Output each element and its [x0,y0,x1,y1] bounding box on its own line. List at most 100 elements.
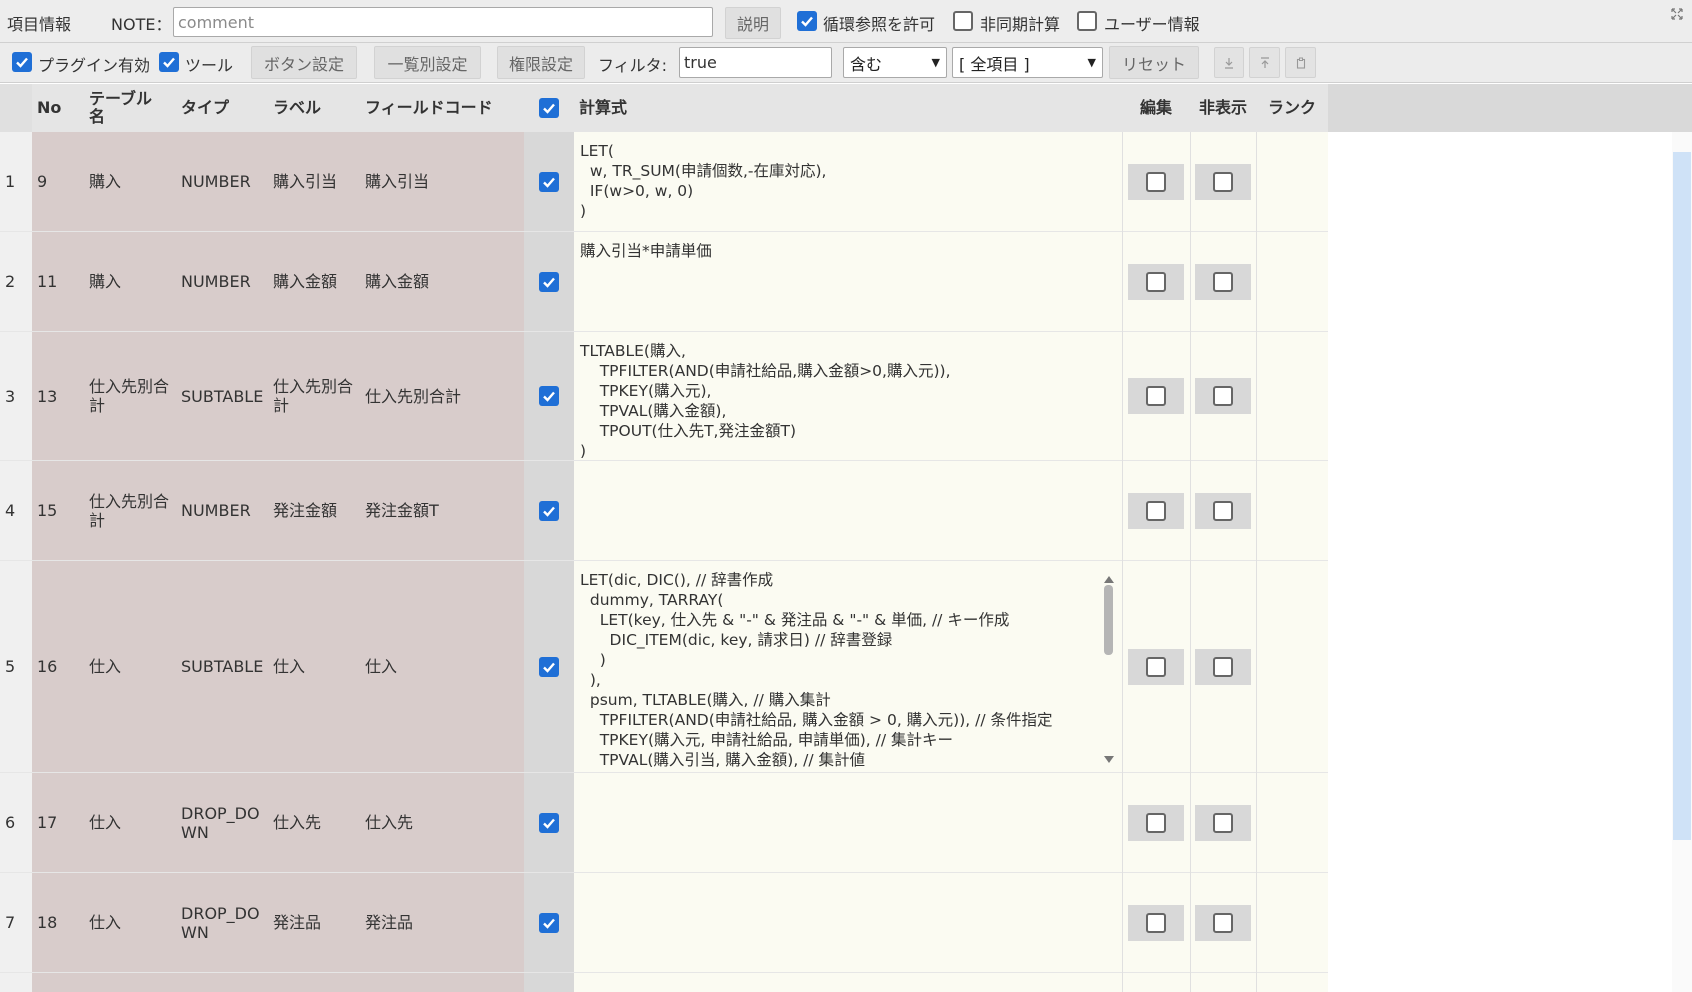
row-edit-toggle-checkbox[interactable] [1146,271,1166,292]
scroll-up-arrow-icon[interactable] [1103,569,1115,583]
scroll-down-arrow-icon[interactable] [1103,750,1115,763]
row-edit-toggle[interactable] [1128,648,1184,685]
header-enable-all[interactable] [524,84,574,132]
row-enable-checkbox[interactable] [539,812,559,833]
row-edit-toggle-checkbox[interactable] [1146,500,1166,521]
row-formula[interactable]: LET( w, TR_SUM(申請個数,-在庫対応), IF(w>0, w, 0… [574,132,1122,231]
row-formula[interactable]: LET(dic, DIC(), // 辞書作成 dummy, TARRAY( L… [574,561,1122,772]
row-formula[interactable] [574,873,1122,972]
row-edit-toggle[interactable] [1128,804,1184,841]
permission-settings-button[interactable]: 権限設定 [497,46,585,79]
allow-circular-checkbox[interactable] [797,11,817,31]
row-edit-toggle-checkbox[interactable] [1146,812,1166,833]
row-edit-toggle[interactable] [1128,378,1184,414]
row-formula[interactable] [574,773,1122,872]
expand-icon[interactable] [1670,6,1684,20]
row-table-name: 購入 [84,132,176,231]
row-rank[interactable] [1256,332,1328,460]
vertical-scrollbar-thumb[interactable] [1673,152,1691,840]
header-table-name: テーブル名 [84,84,176,132]
row-hidden-toggle-checkbox[interactable] [1213,500,1233,521]
header-field-code: フィールドコード [360,84,524,132]
partial-cell [1190,973,1256,992]
row-edit-toggle[interactable] [1128,904,1184,941]
row-enable-checkbox[interactable] [539,656,559,677]
match-mode-select[interactable]: 含む ▼ [843,47,947,78]
row-enable-checkbox[interactable] [539,386,559,406]
row-formula[interactable]: TLTABLE(購入, TPFILTER(AND(申請社給品,購入金額>0,購入… [574,332,1122,460]
row-hidden-toggle[interactable] [1195,904,1251,941]
user-info-label: ユーザー情報 [1104,15,1200,34]
row-hidden-toggle-checkbox[interactable] [1213,271,1233,292]
row-enable-checkbox[interactable] [539,271,559,292]
check-icon [543,103,555,114]
toolbar-row-2: プラグイン有効 ツール ボタン設定 一覧別設定 権限設定 フィルタ: 含む ▼ … [0,43,1692,83]
row-hidden-toggle-checkbox[interactable] [1213,812,1233,833]
button-settings-button[interactable]: ボタン設定 [251,46,357,79]
row-hidden-toggle-checkbox[interactable] [1213,386,1233,406]
row-hidden-toggle-checkbox[interactable] [1213,656,1233,677]
row-edit-toggle-cell [1122,332,1190,460]
header-checkbox[interactable] [539,98,559,118]
allow-circular-label: 循環参照を許可 [823,15,936,34]
filter-input[interactable] [679,47,832,78]
plugin-enabled-checkbox[interactable] [12,52,32,72]
row-enable-cell [524,561,574,772]
table-header: No テーブル名 タイプ ラベル フィールドコード 計算式 編集 非表示 ランク [0,84,1328,132]
row-field-code: 仕入先 [360,773,524,872]
row-hidden-toggle[interactable] [1195,163,1251,200]
row-index: 2 [0,232,32,331]
chevron-down-icon: ▼ [931,56,940,69]
row-edit-toggle-checkbox[interactable] [1146,171,1166,192]
row-rank[interactable] [1256,873,1328,972]
row-formula[interactable] [574,461,1122,560]
reset-button[interactable]: リセット [1109,46,1199,79]
row-rank[interactable] [1256,132,1328,231]
row-edit-toggle-checkbox[interactable] [1146,386,1166,406]
row-hidden-toggle[interactable] [1195,648,1251,685]
row-enable-checkbox[interactable] [539,500,559,521]
list-settings-button[interactable]: 一覧別設定 [374,46,481,79]
row-hidden-toggle[interactable] [1195,378,1251,414]
note-input[interactable] [173,7,713,37]
download-icon[interactable] [1214,47,1244,78]
row-rank[interactable] [1256,561,1328,772]
row-hidden-toggle-checkbox[interactable] [1213,912,1233,933]
row-enable-cell [524,332,574,460]
row-enable-checkbox[interactable] [539,912,559,933]
user-info-checkbox[interactable] [1077,11,1097,31]
toolbar-row-1: 項目情報 NOTE： 説明 循環参照を許可 非同期計算 ユーザー情報 [0,0,1692,43]
check-icon [543,277,555,288]
row-rank[interactable] [1256,232,1328,331]
check-icon [163,57,175,68]
row-label: 購入金額 [268,232,360,331]
explain-button[interactable]: 説明 [725,7,781,39]
formula-scroll-thumb[interactable] [1104,585,1113,655]
row-edit-toggle-checkbox[interactable] [1146,656,1166,677]
upload-icon[interactable] [1249,47,1280,78]
partial-cell [268,973,360,992]
row-rank[interactable] [1256,773,1328,872]
row-edit-toggle[interactable] [1128,163,1184,200]
row-rank[interactable] [1256,461,1328,560]
row-enable-checkbox[interactable] [539,171,559,192]
row-hidden-toggle[interactable] [1195,492,1251,529]
row-edit-toggle-checkbox[interactable] [1146,912,1166,933]
tool-checkbox[interactable] [159,52,179,72]
row-table-name: 仕入先別合計 [84,461,176,560]
field-scope-select[interactable]: [ 全項目 ] ▼ [952,47,1103,78]
row-no: 16 [32,561,84,772]
row-edit-toggle[interactable] [1128,492,1184,529]
row-hidden-toggle-cell [1190,873,1256,972]
row-edit-toggle[interactable] [1128,263,1184,300]
chevron-down-icon: ▼ [1087,56,1096,69]
row-hidden-toggle-cell [1190,461,1256,560]
row-formula[interactable]: 購入引当*申請単価 [574,232,1122,331]
row-hidden-toggle-checkbox[interactable] [1213,171,1233,192]
row-hidden-toggle[interactable] [1195,804,1251,841]
row-hidden-toggle[interactable] [1195,263,1251,300]
row-field-code: 発注金額T [360,461,524,560]
async-calc-checkbox[interactable] [953,11,973,31]
row-enable-cell [524,132,574,231]
clipboard-icon[interactable] [1285,47,1316,78]
